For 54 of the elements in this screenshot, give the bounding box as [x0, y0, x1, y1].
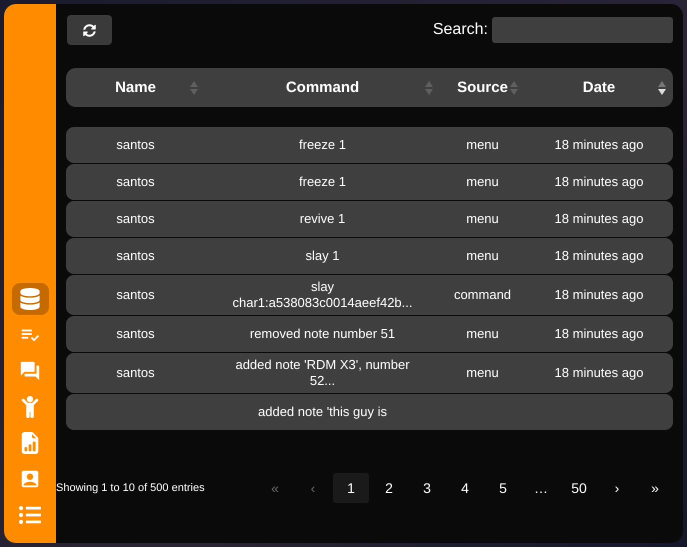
table-cell: 18 minutes ago: [554, 365, 644, 380]
search-label: Search:: [432, 21, 488, 39]
table-cell: 18 minutes ago: [554, 248, 644, 263]
column-header[interactable]: Source: [457, 79, 508, 96]
table-cell: revive 1: [300, 211, 346, 226]
table-cell: santos: [116, 137, 155, 152]
list-icon: [19, 504, 41, 526]
table-cell: freeze 1: [299, 174, 346, 189]
table-cell: 18 minutes ago: [554, 137, 644, 152]
table-cell: santos: [116, 326, 155, 341]
table-cell: santos: [116, 211, 155, 226]
table-cell: 18 minutes ago: [554, 211, 644, 226]
table-cell: santos: [116, 248, 155, 263]
page-button[interactable]: »: [637, 473, 673, 503]
entries-info: Showing 1 to 10 of 500 entries: [56, 482, 205, 494]
table-cell: added note 'this guy is: [258, 404, 387, 419]
page-button[interactable]: 3: [409, 473, 445, 503]
table-cell: slay 1: [306, 248, 340, 263]
table-cell: santos: [116, 174, 155, 189]
table-cell: command: [454, 287, 512, 302]
table-cell: menu: [466, 174, 499, 189]
chat-icon: [19, 360, 41, 382]
chart-document-icon: [19, 432, 41, 454]
table-cell: santos: [116, 365, 155, 380]
page-button[interactable]: ›: [599, 473, 635, 503]
column-header[interactable]: Date: [582, 79, 616, 96]
page-button[interactable]: 50: [561, 473, 597, 503]
table-cell: freeze 1: [299, 137, 346, 152]
page-button[interactable]: 2: [371, 473, 407, 503]
refresh-button[interactable]: [67, 15, 112, 45]
person-icon: [19, 396, 41, 418]
column-header[interactable]: Command: [286, 79, 360, 96]
table-cell: menu: [466, 326, 499, 341]
column-header[interactable]: Name: [115, 79, 156, 96]
table-cell: menu: [466, 211, 499, 226]
table-cell: 18 minutes ago: [554, 174, 644, 189]
database-icon: [19, 288, 41, 310]
page-button[interactable]: 5: [485, 473, 521, 503]
table-cell: santos: [116, 287, 155, 302]
table-cell: 18 minutes ago: [554, 326, 644, 341]
table-cell: menu: [466, 248, 499, 263]
sidebar-item[interactable]: [12, 283, 48, 315]
search-field[interactable]: [492, 17, 673, 43]
table-cell: menu: [466, 365, 499, 380]
table-cell: 18 minutes ago: [554, 287, 644, 302]
table-cell: slay char1:a538083c0014aeef42b...: [232, 279, 412, 310]
page-button[interactable]: 1: [333, 473, 369, 503]
contact-card-icon: [19, 468, 41, 490]
table-cell: menu: [466, 137, 499, 152]
page-button[interactable]: 4: [447, 473, 483, 503]
refresh-icon: [83, 24, 96, 36]
page-button[interactable]: …: [523, 473, 559, 503]
table-cell: added note 'RDM X3', number 52...: [235, 357, 410, 388]
table-cell: removed note number 51: [250, 326, 396, 341]
